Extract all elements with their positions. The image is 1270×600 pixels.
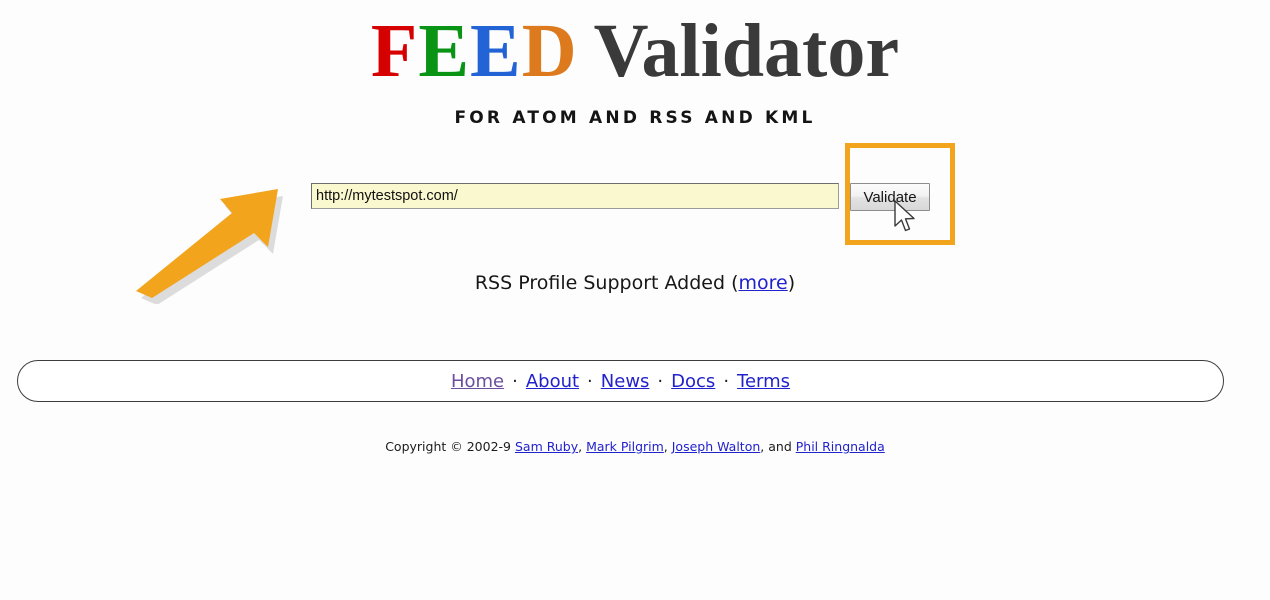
nav-item-about[interactable]: About (526, 371, 579, 392)
nav-separator-2: · (587, 370, 593, 392)
logo-word-validator: Validator (593, 9, 900, 93)
copyright-prefix: Copyright © 2002-9 (385, 439, 515, 454)
nav-separator-3: · (657, 370, 664, 392)
copyright-footer: Copyright © 2002-9 Sam Ruby, Mark Pilgri… (0, 439, 1270, 454)
nav-item-docs[interactable]: Docs (671, 371, 715, 392)
navigation-bar: Home · About · News · Docs · Terms (17, 360, 1224, 402)
page-subtitle: FOR ATOM AND RSS AND KML (454, 108, 816, 128)
nav-separator-4: · (723, 370, 730, 392)
nav-separator-1: · (512, 370, 518, 392)
nav-item-terms[interactable]: Terms (737, 371, 790, 392)
author-link-mark-pilgrim[interactable]: Mark Pilgrim (586, 439, 664, 454)
author-link-phil-ringnalda[interactable]: Phil Ringnalda (796, 439, 885, 454)
author-sep-1: , (578, 439, 587, 454)
announcement-line: RSS Profile Support Added (more) (0, 272, 1270, 294)
nav-item-home[interactable]: Home (451, 371, 504, 392)
author-sep-2: , (663, 439, 672, 454)
author-sep-3: , and (760, 439, 796, 454)
logo-letter-e1: E (418, 9, 471, 93)
logo-letter-e2: E (470, 9, 522, 93)
url-input[interactable] (311, 183, 839, 209)
author-link-joseph-walton[interactable]: Joseph Walton (672, 439, 761, 454)
site-logo: FEED Validator (0, 8, 1270, 94)
nav-item-news[interactable]: News (601, 371, 650, 392)
announcement-text-after: ) (787, 272, 796, 294)
navigation-links: Home · About · News · Docs · Terms (449, 371, 792, 392)
logo-letter-f: F (370, 9, 419, 93)
validation-form: Validate (311, 183, 931, 211)
validate-button[interactable]: Validate (850, 183, 930, 211)
logo-letter-d: D (521, 9, 578, 93)
announcement-text-before: RSS Profile Support Added ( (474, 272, 739, 294)
author-link-sam-ruby[interactable]: Sam Ruby (515, 439, 578, 454)
announcement-more-link[interactable]: more (738, 272, 787, 294)
